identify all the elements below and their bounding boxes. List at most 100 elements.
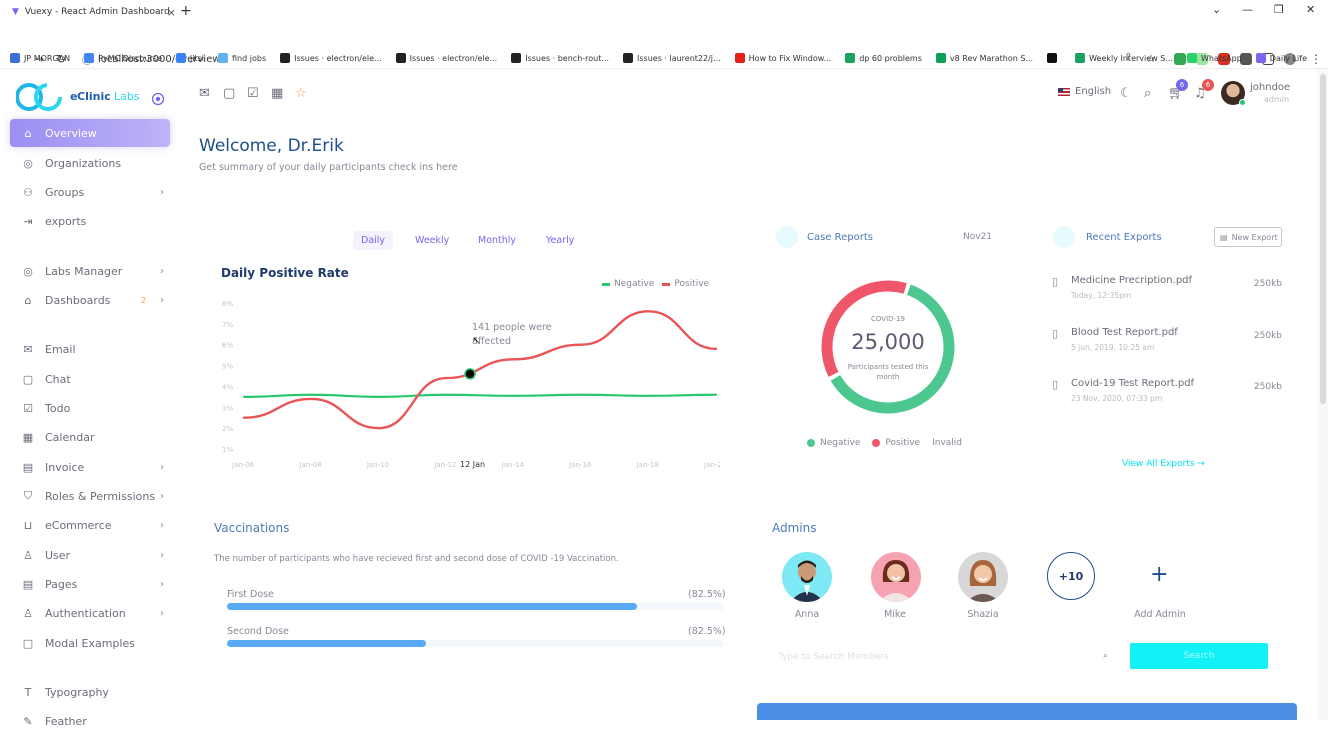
user-check-icon: ♙ (21, 606, 35, 620)
bookmark-item[interactable]: Issues · electron/ele... (280, 53, 382, 63)
sidebar-item-ecommerce[interactable]: ⊔eCommerce› (10, 511, 170, 539)
bookmark-item[interactable]: WhatsApp (1187, 53, 1242, 63)
sidebar-item-user[interactable]: ♙User› (10, 541, 170, 569)
check-square-icon[interactable]: ☑ (247, 86, 259, 101)
chat-icon[interactable]: ▢ (223, 86, 235, 101)
view-all-exports-link[interactable]: View All Exports → (1122, 459, 1205, 469)
sidebar-item-label: Typography (45, 686, 109, 699)
bookmark-item[interactable]: find jobs (218, 53, 266, 63)
export-size: 250kb (1254, 279, 1282, 289)
search-button[interactable]: Search (1130, 643, 1268, 669)
bookmark-item[interactable]: Weekly Interview S... (1075, 53, 1173, 63)
more-admins-button[interactable]: +10 (1047, 552, 1095, 600)
y-tick-label: 8% (222, 300, 233, 308)
sidebar-item-authentication[interactable]: ♙Authentication› (10, 599, 170, 627)
language-selector[interactable]: English (1058, 86, 1111, 97)
bookmark-label: v8 Rev Marathon S... (950, 54, 1033, 63)
admin-name: Anna (777, 609, 837, 620)
sidebar-item-labs-manager[interactable]: ◎Labs Manager› (10, 257, 170, 285)
sidebar-item-label: Chat (45, 373, 71, 386)
globe-icon: ◎ (21, 156, 35, 170)
y-tick-label: 2% (222, 425, 233, 433)
legend-negative[interactable]: Negative (807, 438, 860, 448)
minimize-icon[interactable]: — (1242, 3, 1253, 16)
sidebar-item-overview[interactable]: ⌂Overview (10, 119, 170, 147)
admin-avatar-shazia[interactable] (958, 552, 1008, 602)
calendar-icon[interactable]: ▦ (271, 86, 283, 101)
export-item[interactable]: ▯ Medicine Precription.pdf Today, 12:35p… (1052, 275, 1284, 309)
bookmark-item[interactable]: Issues · laurent22/j... (623, 53, 721, 63)
sidebar-item-feather[interactable]: ✎Feather (10, 707, 170, 735)
export-item[interactable]: ▯ Covid-19 Test Report.pdf 23 Nov, 2020,… (1052, 378, 1284, 412)
mail-icon[interactable]: ✉ (199, 86, 210, 101)
star-icon[interactable]: ☆ (295, 86, 307, 101)
sidebar-item-chat[interactable]: ▢ Chat (10, 365, 170, 393)
sidebar-item-invoice[interactable]: ▤Invoice› (10, 453, 170, 481)
export-item[interactable]: ▯ Blood Test Report.pdf 5 jun, 2019, 10:… (1052, 327, 1284, 361)
sidebar-item-todo[interactable]: ☑Todo (10, 394, 170, 422)
second-dose-progress-fill (227, 640, 426, 647)
tab-weekly[interactable]: Weekly (407, 231, 457, 250)
close-tab-icon[interactable]: × (167, 6, 176, 19)
legend-negative[interactable]: Negative (602, 279, 654, 289)
avatar[interactable] (1221, 81, 1245, 105)
bookmark-item[interactable]: Issues · electron/ele... (396, 53, 498, 63)
bookmark-item[interactable]: Daily Life (1256, 53, 1307, 63)
bookmark-icon (735, 53, 745, 63)
new-export-button[interactable]: ▤ New Export (1214, 227, 1282, 247)
bookmark-item[interactable]: jitsi (176, 53, 204, 63)
x-tick-label: Jan-10 (366, 461, 389, 469)
sidebar-item-pages[interactable]: ▤Pages› (10, 570, 170, 598)
sidebar-item-typography[interactable]: TTypography (10, 678, 170, 706)
moon-icon[interactable]: ☾ (1120, 86, 1132, 101)
legend-positive[interactable]: Positive (662, 279, 709, 289)
case-reports-date[interactable]: Nov21 (963, 232, 992, 242)
sidebar-item-roles-permissions[interactable]: ⛉Roles & Permissions› (10, 482, 170, 510)
bookmark-item[interactable] (1047, 53, 1061, 63)
shield-icon: ⛉ (21, 489, 35, 503)
highlight-marker (465, 369, 475, 379)
close-window-icon[interactable]: ✕ (1306, 3, 1315, 16)
case-reports-icon (776, 226, 798, 248)
chevron-down-icon[interactable]: ⌄ (1212, 3, 1221, 16)
x-tick-label: Jan-14 (501, 461, 525, 469)
second-dose-label: Second Dose (227, 626, 289, 637)
add-admin-label[interactable]: Add Admin (1125, 609, 1195, 620)
sidebar-item-email[interactable]: ✉Email (10, 335, 170, 363)
bookmark-item[interactable]: PyMC Discourse (84, 53, 162, 63)
y-tick-label: 5% (222, 363, 233, 371)
sidebar-item-label: Labs Manager (45, 265, 122, 278)
chart-tooltip: 141 people were affected (472, 321, 562, 349)
sidebar-item-label: Organizations (45, 157, 121, 170)
sidebar-item-label: Groups (45, 186, 84, 199)
sidebar-item-exports[interactable]: ⇥exports (10, 207, 170, 235)
tab-daily[interactable]: Daily (353, 231, 393, 250)
tab-yearly[interactable]: Yearly (538, 231, 582, 250)
sidebar-item-calendar[interactable]: ▦Calendar (10, 423, 170, 451)
bookmark-item[interactable]: dp 60 problems (845, 53, 922, 63)
admin-avatar-anna[interactable] (782, 552, 832, 602)
bookmark-icon (1075, 53, 1085, 63)
bookmark-item[interactable]: JP MORGAN (10, 53, 70, 63)
browser-tab[interactable]: ▼ Vuexy - React Admin Dashboard × (6, 2, 176, 22)
bookmark-icon (1047, 53, 1057, 63)
restore-icon[interactable]: ❐ (1274, 3, 1284, 16)
legend-invalid[interactable]: Invalid (932, 438, 962, 448)
admin-avatar-mike[interactable] (871, 552, 921, 602)
member-search-input[interactable] (778, 646, 1118, 668)
sidebar-item-organizations[interactable]: ◎ Organizations (10, 149, 170, 177)
bookmark-item[interactable]: v8 Rev Marathon S... (936, 53, 1033, 63)
sidebar-item-groups[interactable]: ⚇Groups› (10, 178, 170, 206)
legend-positive[interactable]: Positive (872, 438, 920, 448)
bookmark-item[interactable]: Issues · bench-rout... (511, 53, 609, 63)
bookmark-label: Issues · electron/ele... (294, 54, 382, 63)
chat-icon: ▢ (21, 372, 35, 386)
tab-monthly[interactable]: Monthly (470, 231, 524, 250)
sidebar-item-dashboards[interactable]: ⌂Dashboards2› (10, 286, 170, 314)
scrollbar-thumb[interactable] (1320, 74, 1326, 404)
bookmark-item[interactable]: How to Fix Window... (735, 53, 832, 63)
plus-icon[interactable]: + (1150, 562, 1168, 588)
search-icon[interactable]: ⌕ (1144, 86, 1151, 101)
sidebar-item-modal-examples[interactable]: □Modal Examples (10, 629, 170, 657)
new-tab-icon[interactable]: + (180, 3, 192, 19)
